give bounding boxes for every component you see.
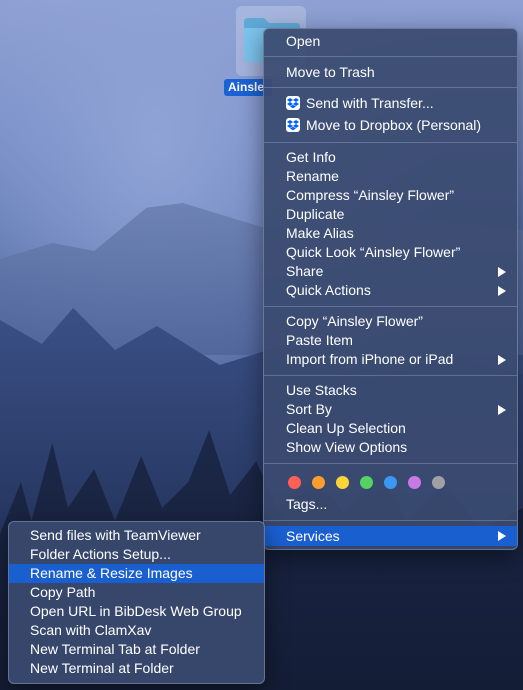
- dropbox-icon: [286, 96, 300, 110]
- menu-item-label: Rename & Resize Images: [30, 565, 193, 581]
- menu-separator: [264, 87, 517, 88]
- menu-item-show-view-options[interactable]: Show View Options: [264, 438, 517, 457]
- menu-item-label: Open: [286, 33, 321, 49]
- menu-item-tags[interactable]: Tags...: [264, 495, 517, 514]
- menu-separator: [264, 520, 517, 521]
- menu-item-label: Folder Actions Setup...: [30, 546, 171, 562]
- menu-item-label: Services: [286, 528, 340, 544]
- menu-item-label: Quick Actions: [286, 282, 371, 298]
- menu-item-label: Share: [286, 263, 324, 279]
- service-new-terminal[interactable]: New Terminal at Folder: [9, 659, 264, 678]
- menu-item-label: Send with Transfer...: [306, 95, 434, 111]
- menu-item-open[interactable]: Open: [264, 32, 517, 51]
- menu-item-label: Scan with ClamXav: [30, 622, 152, 638]
- submenu-arrow-icon: [498, 286, 506, 296]
- menu-item-move-to-dropbox[interactable]: Move to Dropbox (Personal): [264, 116, 517, 135]
- menu-item-label: Move to Dropbox (Personal): [306, 117, 482, 133]
- menu-separator: [264, 463, 517, 464]
- menu-item-rename[interactable]: Rename: [264, 167, 517, 186]
- menu-item-make-alias[interactable]: Make Alias: [264, 224, 517, 243]
- menu-item-label: Make Alias: [286, 225, 354, 241]
- menu-item-get-info[interactable]: Get Info: [264, 148, 517, 167]
- menu-item-use-stacks[interactable]: Use Stacks: [264, 381, 517, 400]
- tag-gray-dot[interactable]: [432, 476, 445, 489]
- menu-separator: [264, 375, 517, 376]
- menu-item-label: Copy Path: [30, 584, 96, 600]
- service-copy-path[interactable]: Copy Path: [9, 583, 264, 602]
- context-menu: Open Move to Trash Send with Transfer...…: [263, 28, 518, 550]
- menu-item-label: Get Info: [286, 149, 336, 165]
- menu-item-clean-up-selection[interactable]: Clean Up Selection: [264, 419, 517, 438]
- menu-item-paste-item[interactable]: Paste Item: [264, 331, 517, 350]
- menu-item-label: Clean Up Selection: [286, 420, 406, 436]
- tag-orange-dot[interactable]: [312, 476, 325, 489]
- tag-yellow-dot[interactable]: [336, 476, 349, 489]
- menu-item-label: Paste Item: [286, 332, 353, 348]
- submenu-arrow-icon: [498, 355, 506, 365]
- dropbox-icon: [286, 118, 300, 132]
- tag-green-dot[interactable]: [360, 476, 373, 489]
- menu-item-label: Move to Trash: [286, 64, 375, 80]
- menu-separator: [264, 306, 517, 307]
- menu-item-label: Show View Options: [286, 439, 408, 455]
- submenu-arrow-icon: [498, 405, 506, 415]
- menu-item-send-with-transfer[interactable]: Send with Transfer...: [264, 94, 517, 113]
- tag-blue-dot[interactable]: [384, 476, 397, 489]
- menu-item-label: Sort By: [286, 401, 332, 417]
- submenu-arrow-icon: [498, 531, 506, 541]
- submenu-arrow-icon: [498, 267, 506, 277]
- service-folder-actions-setup[interactable]: Folder Actions Setup...: [9, 545, 264, 564]
- menu-item-label: Copy “Ainsley Flower”: [286, 313, 423, 329]
- menu-item-move-to-trash[interactable]: Move to Trash: [264, 63, 517, 82]
- menu-item-copy[interactable]: Copy “Ainsley Flower”: [264, 312, 517, 331]
- service-send-files-teamviewer[interactable]: Send files with TeamViewer: [9, 526, 264, 545]
- menu-item-quick-look[interactable]: Quick Look “Ainsley Flower”: [264, 243, 517, 262]
- menu-item-label: New Terminal Tab at Folder: [30, 641, 200, 657]
- service-rename-resize-images[interactable]: Rename & Resize Images: [9, 564, 264, 583]
- menu-item-label: Import from iPhone or iPad: [286, 351, 454, 367]
- service-scan-clamxav[interactable]: Scan with ClamXav: [9, 621, 264, 640]
- menu-item-label: New Terminal at Folder: [30, 660, 174, 676]
- menu-separator: [264, 56, 517, 57]
- menu-separator: [264, 142, 517, 143]
- menu-item-label: Use Stacks: [286, 382, 357, 398]
- menu-item-compress[interactable]: Compress “Ainsley Flower”: [264, 186, 517, 205]
- service-open-url-bibdesk[interactable]: Open URL in BibDesk Web Group: [9, 602, 264, 621]
- menu-item-sort-by[interactable]: Sort By: [264, 400, 517, 419]
- tag-purple-dot[interactable]: [408, 476, 421, 489]
- menu-item-label: Rename: [286, 168, 339, 184]
- menu-item-label: Tags...: [286, 496, 328, 512]
- menu-item-label: Send files with TeamViewer: [30, 527, 201, 543]
- menu-item-label: Duplicate: [286, 206, 345, 222]
- menu-item-label: Compress “Ainsley Flower”: [286, 187, 455, 203]
- menu-item-label: Open URL in BibDesk Web Group: [30, 603, 242, 619]
- menu-item-import-from-iphone[interactable]: Import from iPhone or iPad: [264, 350, 517, 369]
- services-submenu: Send files with TeamViewer Folder Action…: [8, 521, 265, 684]
- menu-item-duplicate[interactable]: Duplicate: [264, 205, 517, 224]
- menu-item-label: Quick Look “Ainsley Flower”: [286, 244, 461, 260]
- tag-red-dot[interactable]: [288, 476, 301, 489]
- menu-item-quick-actions[interactable]: Quick Actions: [264, 281, 517, 300]
- service-new-terminal-tab[interactable]: New Terminal Tab at Folder: [9, 640, 264, 659]
- menu-item-services[interactable]: Services: [264, 526, 517, 546]
- menu-item-share[interactable]: Share: [264, 262, 517, 281]
